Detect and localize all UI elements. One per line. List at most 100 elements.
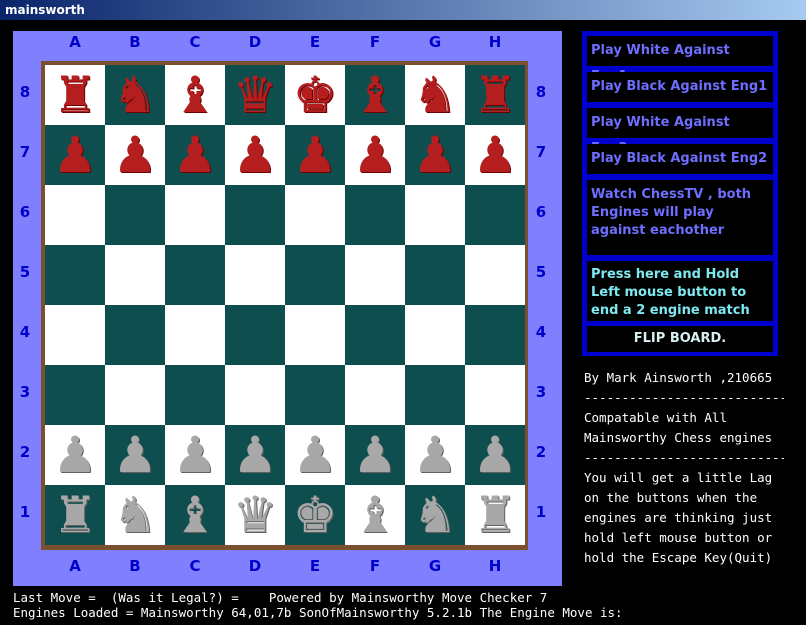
square-b4[interactable]	[105, 305, 165, 365]
square-b1[interactable]: ♞	[105, 485, 165, 545]
square-d6[interactable]	[225, 185, 285, 245]
black-rook-piece[interactable]: ♜	[53, 65, 98, 125]
white-pawn-piece[interactable]: ♟	[173, 425, 218, 485]
play-black-eng2-button[interactable]: Play Black Against Eng2	[587, 144, 773, 174]
square-e7[interactable]: ♟	[285, 125, 345, 185]
square-c7[interactable]: ♟	[165, 125, 225, 185]
square-e5[interactable]	[285, 245, 345, 305]
black-pawn-piece[interactable]: ♟	[413, 125, 458, 185]
square-h8[interactable]: ♜	[465, 65, 525, 125]
black-pawn-piece[interactable]: ♟	[473, 125, 518, 185]
square-h1[interactable]: ♜	[465, 485, 525, 545]
black-rook-piece[interactable]: ♜	[473, 65, 518, 125]
square-g2[interactable]: ♟	[405, 425, 465, 485]
square-d2[interactable]: ♟	[225, 425, 285, 485]
square-g3[interactable]	[405, 365, 465, 425]
square-b8[interactable]: ♞	[105, 65, 165, 125]
square-d5[interactable]	[225, 245, 285, 305]
square-b6[interactable]	[105, 185, 165, 245]
square-h4[interactable]	[465, 305, 525, 365]
square-h3[interactable]	[465, 365, 525, 425]
flip-board-button[interactable]: FLIP BOARD.	[587, 326, 773, 352]
square-c2[interactable]: ♟	[165, 425, 225, 485]
square-g8[interactable]: ♞	[405, 65, 465, 125]
square-f4[interactable]	[345, 305, 405, 365]
black-pawn-piece[interactable]: ♟	[233, 125, 278, 185]
black-pawn-piece[interactable]: ♟	[173, 125, 218, 185]
square-f6[interactable]	[345, 185, 405, 245]
square-c4[interactable]	[165, 305, 225, 365]
square-f3[interactable]	[345, 365, 405, 425]
white-king-piece[interactable]: ♚	[293, 485, 338, 545]
white-rook-piece[interactable]: ♜	[53, 485, 98, 545]
square-e2[interactable]: ♟	[285, 425, 345, 485]
square-a6[interactable]	[45, 185, 105, 245]
square-c1[interactable]: ♝	[165, 485, 225, 545]
square-g1[interactable]: ♞	[405, 485, 465, 545]
square-b5[interactable]	[105, 245, 165, 305]
white-queen-piece[interactable]: ♛	[233, 485, 278, 545]
play-black-eng1-button[interactable]: Play Black Against Eng1	[587, 72, 773, 102]
white-bishop-piece[interactable]: ♝	[173, 485, 218, 545]
white-pawn-piece[interactable]: ♟	[53, 425, 98, 485]
play-white-eng2-button[interactable]: Play White Against Eng2	[587, 108, 773, 156]
square-f5[interactable]	[345, 245, 405, 305]
square-g6[interactable]	[405, 185, 465, 245]
white-pawn-piece[interactable]: ♟	[353, 425, 398, 485]
square-e6[interactable]	[285, 185, 345, 245]
square-h2[interactable]: ♟	[465, 425, 525, 485]
square-g5[interactable]	[405, 245, 465, 305]
square-h5[interactable]	[465, 245, 525, 305]
square-c3[interactable]	[165, 365, 225, 425]
black-knight-piece[interactable]: ♞	[113, 65, 158, 125]
square-a2[interactable]: ♟	[45, 425, 105, 485]
white-pawn-piece[interactable]: ♟	[413, 425, 458, 485]
square-d1[interactable]: ♛	[225, 485, 285, 545]
square-a3[interactable]	[45, 365, 105, 425]
black-knight-piece[interactable]: ♞	[413, 65, 458, 125]
white-pawn-piece[interactable]: ♟	[293, 425, 338, 485]
square-c6[interactable]	[165, 185, 225, 245]
white-knight-piece[interactable]: ♞	[413, 485, 458, 545]
black-queen-piece[interactable]: ♛	[233, 65, 278, 125]
white-pawn-piece[interactable]: ♟	[473, 425, 518, 485]
white-pawn-piece[interactable]: ♟	[233, 425, 278, 485]
square-a1[interactable]: ♜	[45, 485, 105, 545]
square-f7[interactable]: ♟	[345, 125, 405, 185]
square-f1[interactable]: ♝	[345, 485, 405, 545]
square-e1[interactable]: ♚	[285, 485, 345, 545]
black-bishop-piece[interactable]: ♝	[173, 65, 218, 125]
square-g4[interactable]	[405, 305, 465, 365]
black-pawn-piece[interactable]: ♟	[113, 125, 158, 185]
square-c5[interactable]	[165, 245, 225, 305]
square-b2[interactable]: ♟	[105, 425, 165, 485]
square-f8[interactable]: ♝	[345, 65, 405, 125]
black-pawn-piece[interactable]: ♟	[353, 125, 398, 185]
play-white-eng1-button[interactable]: Play White Against Eng1	[587, 36, 773, 84]
square-a4[interactable]	[45, 305, 105, 365]
square-b3[interactable]	[105, 365, 165, 425]
black-king-piece[interactable]: ♚	[293, 65, 338, 125]
black-bishop-piece[interactable]: ♝	[353, 65, 398, 125]
square-c8[interactable]: ♝	[165, 65, 225, 125]
white-knight-piece[interactable]: ♞	[113, 485, 158, 545]
square-a8[interactable]: ♜	[45, 65, 105, 125]
white-bishop-piece[interactable]: ♝	[353, 485, 398, 545]
end-match-button[interactable]: Press here and Hold Left mouse button to…	[587, 261, 773, 321]
square-f2[interactable]: ♟	[345, 425, 405, 485]
square-a5[interactable]	[45, 245, 105, 305]
square-d3[interactable]	[225, 365, 285, 425]
square-e8[interactable]: ♚	[285, 65, 345, 125]
watch-chesstv-button[interactable]: Watch ChessTV , both Engines will play a…	[587, 180, 773, 255]
square-h6[interactable]	[465, 185, 525, 245]
square-e4[interactable]	[285, 305, 345, 365]
white-pawn-piece[interactable]: ♟	[113, 425, 158, 485]
square-d8[interactable]: ♛	[225, 65, 285, 125]
square-e3[interactable]	[285, 365, 345, 425]
black-pawn-piece[interactable]: ♟	[293, 125, 338, 185]
square-h7[interactable]: ♟	[465, 125, 525, 185]
square-g7[interactable]: ♟	[405, 125, 465, 185]
square-b7[interactable]: ♟	[105, 125, 165, 185]
square-d4[interactable]	[225, 305, 285, 365]
square-a7[interactable]: ♟	[45, 125, 105, 185]
